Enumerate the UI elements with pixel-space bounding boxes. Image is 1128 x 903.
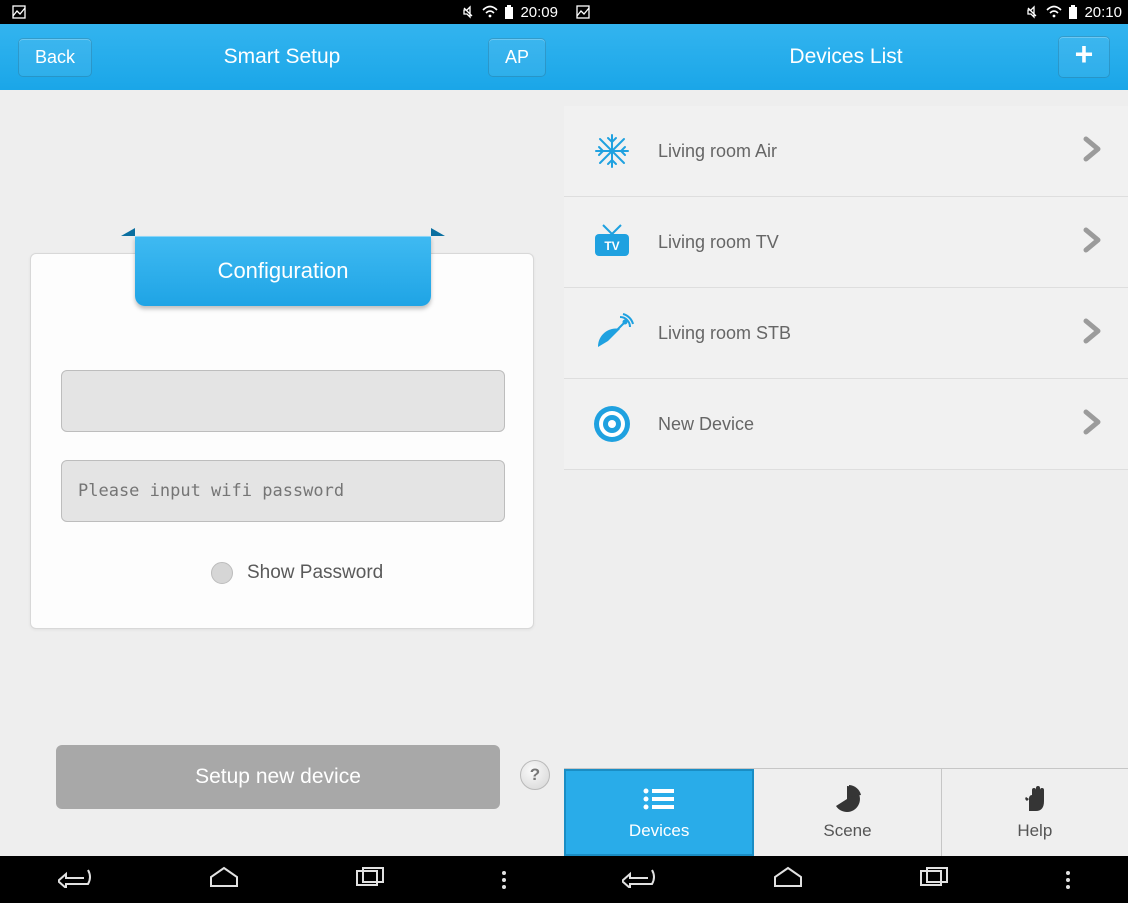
chevron-right-icon <box>1082 408 1104 441</box>
battery-icon <box>1068 5 1078 20</box>
ssid-input[interactable] <box>61 370 505 432</box>
nav-menu-icon[interactable] <box>1066 871 1070 889</box>
tab-label: Scene <box>823 821 871 841</box>
devices-list-screen: 20:10 Devices List + Living room Air <box>564 0 1128 903</box>
configuration-title: Configuration <box>135 236 431 306</box>
device-label: New Device <box>658 414 1082 435</box>
nav-menu-icon[interactable] <box>502 871 506 889</box>
device-label: Living room TV <box>658 232 1082 253</box>
configuration-card: Configuration Show Password <box>30 253 534 629</box>
content-area: Configuration Show Password Setup new de… <box>0 90 564 903</box>
show-password-toggle[interactable]: Show Password <box>211 562 383 584</box>
nav-back-icon[interactable] <box>622 866 656 893</box>
radio-icon <box>211 562 233 584</box>
help-icon[interactable]: ? <box>520 760 550 790</box>
mute-icon <box>1026 5 1040 19</box>
nav-recent-icon[interactable] <box>355 866 385 893</box>
list-icon <box>642 785 676 813</box>
hand-icon <box>1021 785 1049 813</box>
pie-icon <box>833 785 861 813</box>
chevron-right-icon <box>1082 226 1104 259</box>
satellite-icon <box>566 311 658 355</box>
password-input[interactable] <box>61 460 505 522</box>
android-nav-bar <box>564 856 1128 903</box>
bottom-tabs: Devices Scene Help <box>564 768 1128 856</box>
tab-label: Help <box>1017 821 1052 841</box>
device-row-new[interactable]: New Device <box>564 379 1128 470</box>
add-device-button[interactable]: + <box>1058 36 1110 78</box>
nav-home-icon[interactable] <box>209 866 239 893</box>
tv-icon: TV <box>566 222 658 262</box>
content-area: Living room Air TV Living room TV Living… <box>564 90 1128 903</box>
picture-icon <box>12 5 26 19</box>
app-header: Devices List + <box>564 24 1128 90</box>
picture-icon <box>576 5 590 19</box>
target-icon <box>566 404 658 444</box>
app-header: Back Smart Setup AP <box>0 24 564 90</box>
status-bar: 20:10 <box>564 0 1128 24</box>
device-row-tv[interactable]: TV Living room TV <box>564 197 1128 288</box>
setup-new-device-button[interactable]: Setup new device <box>56 745 500 809</box>
chevron-right-icon <box>1082 317 1104 350</box>
android-nav-bar <box>0 856 564 903</box>
snowflake-icon <box>566 131 658 171</box>
back-button[interactable]: Back <box>18 38 92 77</box>
show-password-label: Show Password <box>247 562 383 584</box>
tab-devices[interactable]: Devices <box>564 769 754 856</box>
page-title: Smart Setup <box>224 45 341 69</box>
wifi-icon <box>1046 5 1062 19</box>
nav-back-icon[interactable] <box>58 866 92 893</box>
device-label: Living room Air <box>658 141 1082 162</box>
tab-help[interactable]: Help <box>942 769 1128 856</box>
ap-button[interactable]: AP <box>488 38 546 77</box>
device-list: Living room Air TV Living room TV Living… <box>564 106 1128 470</box>
tab-label: Devices <box>629 821 689 841</box>
nav-recent-icon[interactable] <box>919 866 949 893</box>
tab-scene[interactable]: Scene <box>754 769 941 856</box>
status-bar: 20:09 <box>0 0 564 24</box>
battery-icon <box>504 5 514 20</box>
svg-text:TV: TV <box>604 239 619 253</box>
smart-setup-screen: 20:09 Back Smart Setup AP Configuration … <box>0 0 564 903</box>
mute-icon <box>462 5 476 19</box>
status-time: 20:09 <box>520 4 558 21</box>
device-row-air[interactable]: Living room Air <box>564 106 1128 197</box>
nav-home-icon[interactable] <box>773 866 803 893</box>
chevron-right-icon <box>1082 135 1104 168</box>
status-time: 20:10 <box>1084 4 1122 21</box>
wifi-icon <box>482 5 498 19</box>
page-title: Devices List <box>789 45 902 69</box>
device-label: Living room STB <box>658 323 1082 344</box>
device-row-stb[interactable]: Living room STB <box>564 288 1128 379</box>
